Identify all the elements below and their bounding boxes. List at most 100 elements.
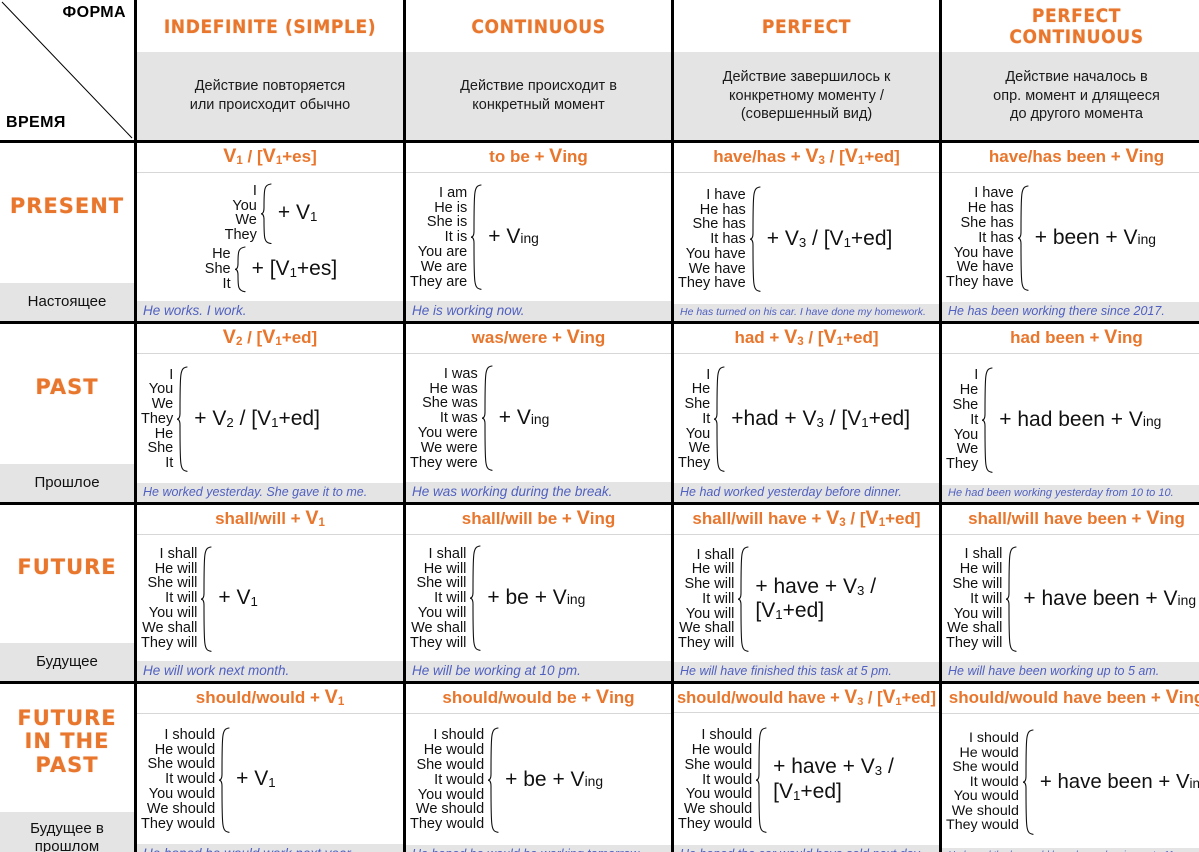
formula-tail: + V3 / [V1+ed] — [766, 227, 893, 251]
pronoun: They — [141, 410, 174, 427]
formula-body: I He She It You We They + had been + Ving — [942, 354, 1199, 485]
example-sentence: He has been working there since 2017. — [942, 301, 1199, 321]
pronoun: It will — [165, 590, 198, 607]
pronoun: I should — [433, 727, 485, 744]
pronoun: We shall — [142, 619, 198, 636]
tenses-table-sheet: ФОРМА ВРЕМЯ INDEFINITE (SIMPLE) Действие по… — [0, 0, 1199, 852]
pronoun: I should — [701, 727, 753, 744]
pronoun-group: I shall He will She will It will You will We … — [944, 546, 1196, 652]
formula-body: I should He would She would It would You wou… — [406, 714, 671, 845]
pronoun: They would — [410, 816, 485, 833]
pronoun: He has — [699, 201, 746, 218]
pronoun: You would — [953, 788, 1019, 805]
tense-name-en: PRESENT — [9, 194, 125, 219]
formula-tail: + Ving — [488, 225, 539, 249]
formula-tail: + [V1+es] — [251, 257, 338, 281]
formula-tail: + have been + Ving — [1023, 586, 1197, 610]
pronoun: They would — [678, 815, 753, 832]
pronoun: You will — [953, 605, 1003, 622]
pronoun: He would — [423, 742, 485, 759]
pronoun-group: I You We They + V1 — [223, 182, 318, 245]
formula-cell-r2-c3: shall/will have been + Ving I shall He wil… — [942, 505, 1199, 681]
pronoun-list: I should He would She would It would You wou… — [408, 728, 486, 831]
formula-tail: + be + Ving — [505, 767, 604, 791]
formula-body: I shall He will She will It will You will We … — [942, 535, 1199, 662]
example-sentence: He will have finished this task at 5 pm. — [674, 661, 939, 681]
formula-tail: + had been + Ving — [999, 407, 1162, 431]
pronoun: We are — [420, 258, 468, 275]
pronoun: She will — [416, 575, 467, 592]
pronoun: You have — [953, 244, 1014, 261]
pronoun-group: I should He would She would It would You wou… — [408, 727, 603, 833]
pronoun: He — [212, 246, 231, 263]
pronoun: You — [148, 381, 174, 398]
pronoun: We — [235, 212, 257, 229]
formula-cell-r0-c1: to be + Ving I am He is She is It is You are W… — [406, 143, 671, 321]
formula-cell-r1-c0: V2 / [V1+ed] I You We They He She It + V2 / [V1+… — [137, 324, 403, 502]
formula-header: had + V3 / [V1+ed] — [674, 324, 939, 354]
tense-name-en: FUTURE — [17, 555, 117, 580]
pronoun-list: I shall He will She will It will You will We … — [944, 547, 1004, 650]
pronoun: She was — [422, 395, 478, 412]
formula-header: V2 / [V1+ed] — [137, 324, 403, 354]
pronoun-list: I You We They — [223, 183, 259, 244]
formula-cell-r3-c2: should/would have + V3 / [V1+ed] I should… — [674, 684, 939, 852]
pronoun-list: I He She It You We They — [676, 366, 712, 471]
formula-body: I am He is She is It is You are We are They ar… — [406, 173, 671, 301]
pronoun: We shall — [679, 620, 735, 637]
formula-body: I have He has She has It has You have We have… — [942, 173, 1199, 302]
pronoun: They are — [410, 273, 468, 290]
aspect-title: PERFECT CONTINUOUS — [1009, 5, 1144, 48]
example-sentence: He had worked yesterday before dinner. — [674, 482, 939, 502]
pronoun: You would — [685, 786, 753, 803]
pronoun: He will — [154, 560, 198, 577]
formula-header: shall/will have been + Ving — [942, 505, 1199, 535]
pronoun: She — [952, 396, 979, 413]
aspect-description: Действие началось в опр. момент и длящее… — [942, 52, 1199, 140]
tense-label-0: PRESENT Настоящее — [0, 143, 134, 321]
pronoun: They would — [946, 817, 1019, 834]
pronoun: He is — [434, 199, 468, 216]
formula-tail: + V1 — [277, 200, 318, 225]
example-sentence: He hoped the car would have sold next da… — [674, 844, 939, 852]
pronoun: It will — [702, 590, 735, 607]
pronoun: They have — [678, 275, 746, 292]
tense-name-ru: Будущее — [0, 643, 134, 681]
tense-name-ru: Прошлое — [0, 464, 134, 502]
aspect-header-0: INDEFINITE (SIMPLE) Действие повторяется … — [137, 0, 403, 140]
pronoun: You — [953, 426, 979, 443]
pronoun: We have — [688, 260, 746, 277]
pronoun: We should — [146, 800, 216, 817]
pronoun: She will — [952, 576, 1003, 593]
pronoun: I — [706, 366, 711, 383]
pronoun: They — [224, 227, 257, 244]
pronoun: We — [956, 441, 979, 458]
pronoun-list: I have He has She has It has You have We have… — [676, 187, 748, 292]
pronoun: We were — [420, 439, 478, 456]
formula-cell-r0-c3: have/has been + Ving I have He has She has I… — [942, 143, 1199, 321]
pronoun-group: I was He was She was It was You were We were T… — [408, 365, 549, 472]
pronoun: She will — [684, 576, 735, 593]
pronoun: He — [154, 425, 174, 442]
formula-tail: + V1 — [236, 767, 276, 791]
formula-header: was/were + Ving — [406, 324, 671, 354]
pronoun: I shall — [428, 545, 467, 562]
pronoun: They — [946, 456, 979, 473]
pronoun: It — [702, 410, 711, 427]
formula-body: I shall He will She will It will You will We … — [137, 535, 403, 661]
formula-tail: +had + V3 / [V1+ed] — [731, 406, 911, 430]
corner-header: ФОРМА ВРЕМЯ — [0, 0, 134, 140]
formula-header: to be + Ving — [406, 143, 671, 173]
aspect-header-2: PERFECT Действие завершилось к конкретном… — [674, 0, 939, 140]
label-forma: ФОРМА — [62, 4, 126, 21]
pronoun: They would — [141, 815, 216, 832]
pronoun: It has — [978, 229, 1014, 246]
pronoun: He — [691, 381, 711, 398]
curly-brace-icon — [749, 186, 762, 293]
formula-cell-r2-c0: shall/will + V1 I shall He will She will It … — [137, 505, 403, 681]
pronoun: It will — [970, 590, 1003, 607]
pronoun: You have — [685, 245, 746, 262]
formula-header: have/has been + Ving — [942, 143, 1199, 173]
pronoun: We shall — [411, 619, 467, 636]
aspect-header-1: CONTINUOUS Действие происходит в конкретн… — [406, 0, 671, 140]
